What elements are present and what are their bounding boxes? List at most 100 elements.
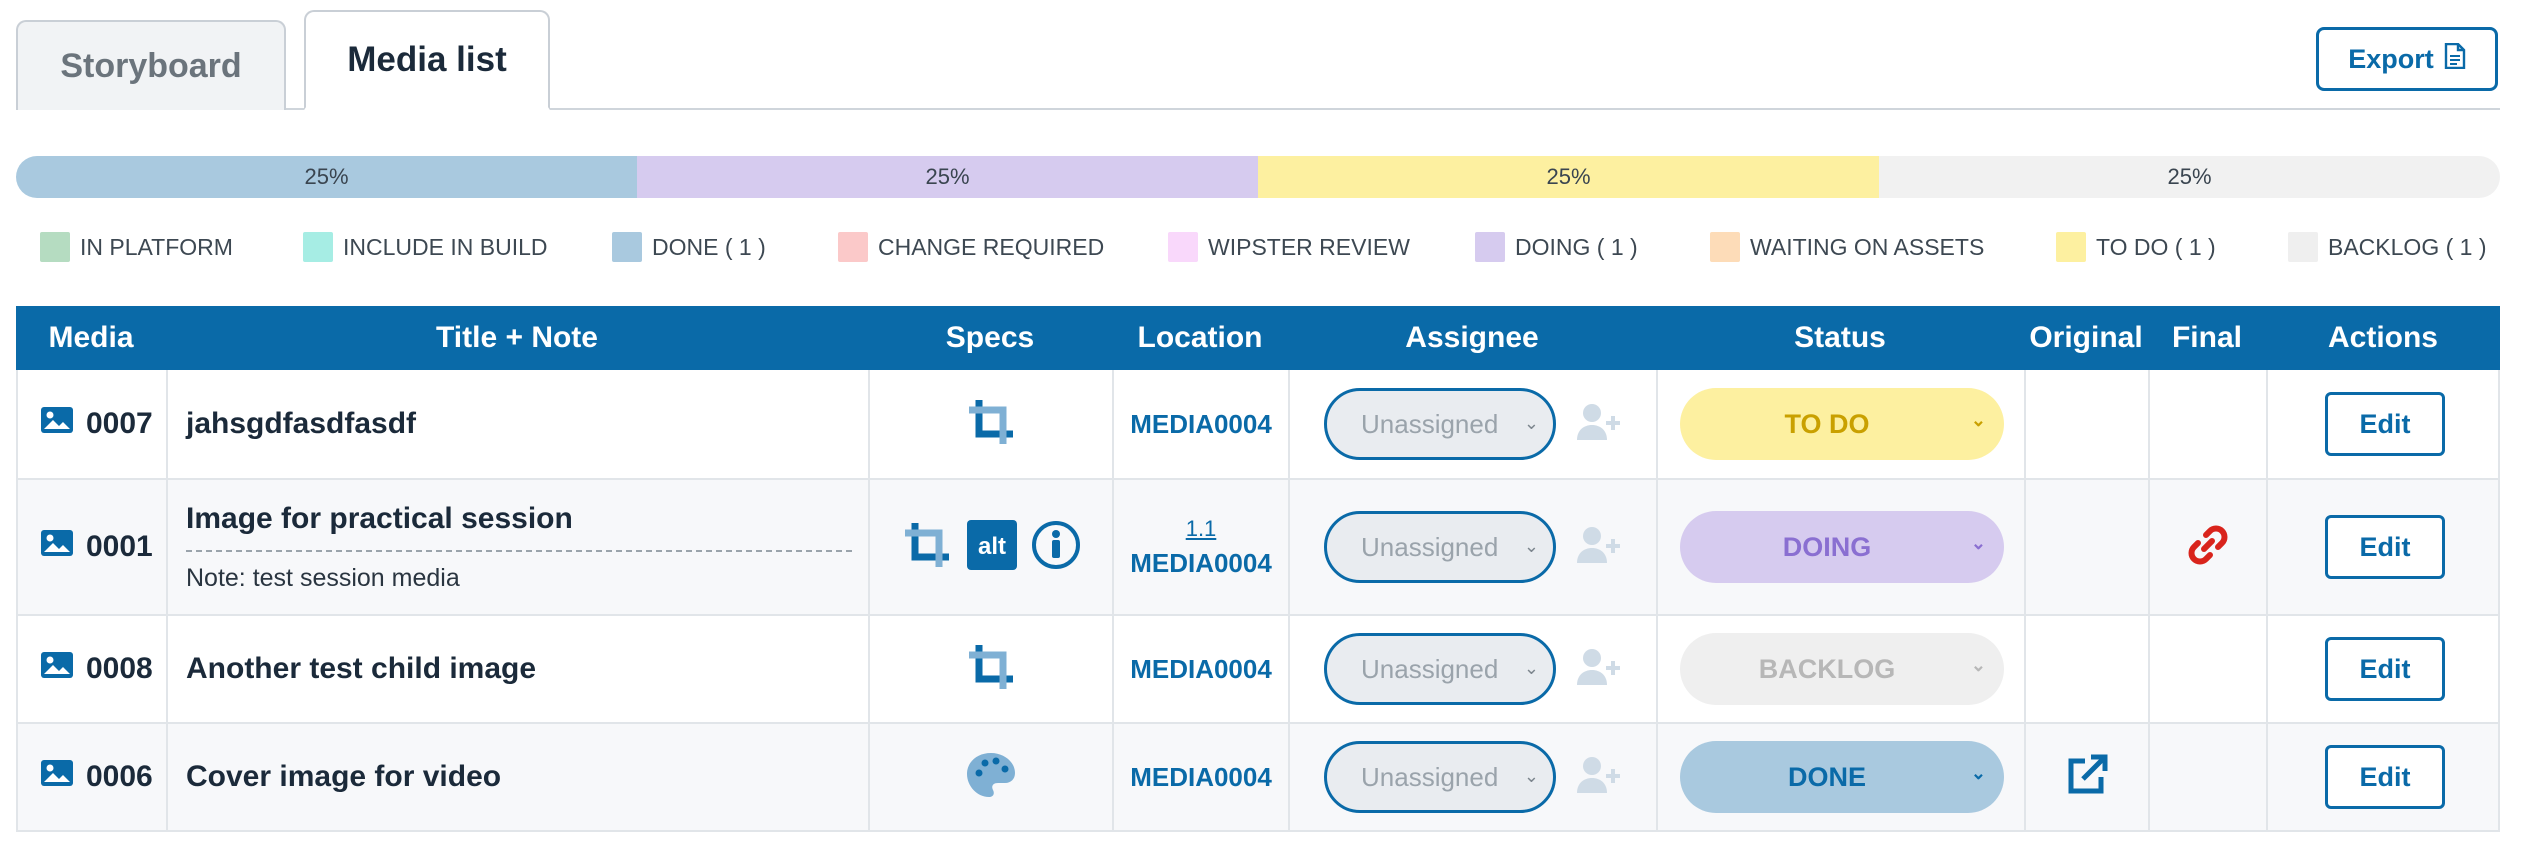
actions-cell: Edit xyxy=(2268,370,2502,478)
legend-item-to-do: TO DO ( 1 ) xyxy=(2056,232,2216,262)
legend-item-change-required: CHANGE REQUIRED xyxy=(838,232,1104,262)
table-header: Media Title + Note Specs Location Assign… xyxy=(16,306,2500,370)
original-cell xyxy=(2026,616,2150,722)
status-value: DONE xyxy=(1787,761,1866,792)
document-icon xyxy=(2444,42,2466,76)
edit-button[interactable]: Edit xyxy=(2325,515,2445,579)
palette-icon xyxy=(965,751,1017,804)
header-original: Original xyxy=(2029,321,2143,354)
media-cell: 0006 xyxy=(18,724,168,830)
location-sub-link[interactable]: 1.1 xyxy=(1186,516,1217,542)
assignee-cell: Unassigned ⌄ xyxy=(1290,616,1658,722)
assignee-select[interactable]: Unassigned ⌄ xyxy=(1324,388,1556,460)
final-cell xyxy=(2150,616,2268,722)
media-note: Note: test session media xyxy=(186,563,460,592)
tab-storyboard[interactable]: Storyboard xyxy=(16,20,286,110)
assignee-value: Unassigned xyxy=(1361,761,1499,792)
chevron-down-icon: ⌄ xyxy=(1970,763,1986,783)
chevron-down-icon: ⌄ xyxy=(1970,533,1986,553)
location-cell: MEDIA0004 xyxy=(1114,616,1290,722)
legend-label: TO DO ( 1 ) xyxy=(2096,233,2216,260)
accessibility-icon xyxy=(1031,520,1081,575)
title-cell: Cover image for video xyxy=(168,724,870,830)
legend-item-doing: DOING ( 1 ) xyxy=(1475,232,1638,262)
legend-label: WAITING ON ASSETS xyxy=(1750,233,1985,260)
location-cell: MEDIA0004 xyxy=(1114,370,1290,478)
edit-button[interactable]: Edit xyxy=(2325,392,2445,456)
assignee-select[interactable]: Unassigned ⌄ xyxy=(1324,511,1556,583)
note-divider xyxy=(186,549,852,552)
location-link[interactable]: MEDIA0004 xyxy=(1130,654,1272,685)
status-select[interactable]: TO DO ⌄ xyxy=(1680,388,2004,460)
header-media[interactable]: Media xyxy=(16,306,166,370)
header-title-note[interactable]: Title + Note xyxy=(166,306,868,370)
actions-cell: Edit xyxy=(2268,724,2502,830)
media-cell: 0001 xyxy=(18,480,168,614)
legend-item-done: DONE ( 1 ) xyxy=(612,232,766,262)
location-link[interactable]: MEDIA0004 xyxy=(1130,409,1272,440)
progress-segment-done: 25% xyxy=(16,156,637,198)
status-cell: DONE ⌄ xyxy=(1658,724,2026,830)
final-cell xyxy=(2150,370,2268,478)
media-table: Media Title + Note Specs Location Assign… xyxy=(16,306,2500,832)
svg-text:alt: alt xyxy=(978,533,1006,560)
header-assignee[interactable]: Assignee xyxy=(1288,306,1656,370)
final-cell xyxy=(2150,480,2268,614)
header-final: Final xyxy=(2171,321,2242,354)
original-cell xyxy=(2026,480,2150,614)
edit-button[interactable]: Edit xyxy=(2325,745,2445,809)
export-button[interactable]: Export xyxy=(2316,27,2498,91)
assignee-cell: Unassigned ⌄ xyxy=(1290,370,1658,478)
assignee-select[interactable]: Unassigned ⌄ xyxy=(1324,741,1556,813)
image-icon xyxy=(40,759,74,795)
legend-swatch xyxy=(1710,232,1740,262)
specs-cell xyxy=(870,616,1114,722)
legend-swatch xyxy=(2056,232,2086,262)
header-specs: Specs xyxy=(945,321,1035,354)
edit-button[interactable]: Edit xyxy=(2325,637,2445,701)
crop-icon xyxy=(965,396,1017,453)
external-link-icon[interactable] xyxy=(2065,753,2109,802)
add-user-icon[interactable] xyxy=(1576,647,1622,692)
legend-label: DONE ( 1 ) xyxy=(652,233,766,260)
add-user-icon[interactable] xyxy=(1576,525,1622,570)
header-status[interactable]: Status xyxy=(1656,306,2024,370)
status-progress-bar: 25% 25% 25% 25% xyxy=(16,156,2500,198)
specs-cell xyxy=(870,370,1114,478)
table-row: 0008 Another test child image MEDIA0004 … xyxy=(16,616,2500,724)
legend-item-include-in-build: INCLUDE IN BUILD xyxy=(303,232,547,262)
tab-media-list[interactable]: Media list xyxy=(304,10,550,110)
link-icon[interactable] xyxy=(2186,523,2230,572)
add-user-icon[interactable] xyxy=(1576,755,1622,800)
actions-cell: Edit xyxy=(2268,616,2502,722)
legend-item-wipster-review: WIPSTER REVIEW xyxy=(1168,232,1410,262)
location-link[interactable]: MEDIA0004 xyxy=(1130,548,1272,579)
assignee-select[interactable]: Unassigned ⌄ xyxy=(1324,633,1556,705)
legend-label: WIPSTER REVIEW xyxy=(1208,233,1410,260)
media-id: 0001 xyxy=(86,530,153,563)
location-link[interactable]: MEDIA0004 xyxy=(1130,762,1272,793)
media-id: 0008 xyxy=(86,652,153,685)
chevron-down-icon: ⌄ xyxy=(1523,658,1539,678)
image-icon xyxy=(40,651,74,687)
status-select[interactable]: BACKLOG ⌄ xyxy=(1680,633,2004,705)
assignee-value: Unassigned xyxy=(1361,408,1499,439)
status-cell: DOING ⌄ xyxy=(1658,480,2026,614)
status-cell: TO DO ⌄ xyxy=(1658,370,2026,478)
status-select[interactable]: DONE ⌄ xyxy=(1680,741,2004,813)
title-cell: Another test child image xyxy=(168,616,870,722)
media-cell: 0008 xyxy=(18,616,168,722)
legend-swatch xyxy=(2288,232,2318,262)
status-legend: IN PLATFORM INCLUDE IN BUILD DONE ( 1 ) … xyxy=(40,232,2500,264)
table-row: 0001 Image for practical session Note: t… xyxy=(16,480,2500,616)
header-location[interactable]: Location xyxy=(1112,306,1288,370)
progress-segment-doing: 25% xyxy=(637,156,1258,198)
status-select[interactable]: DOING ⌄ xyxy=(1680,511,2004,583)
assignee-value: Unassigned xyxy=(1361,531,1499,562)
add-user-icon[interactable] xyxy=(1576,402,1622,447)
chevron-down-icon: ⌄ xyxy=(1970,410,1986,430)
media-title: Cover image for video xyxy=(186,760,502,793)
legend-swatch xyxy=(612,232,642,262)
legend-swatch xyxy=(1475,232,1505,262)
alt-text-icon: alt xyxy=(967,519,1017,575)
